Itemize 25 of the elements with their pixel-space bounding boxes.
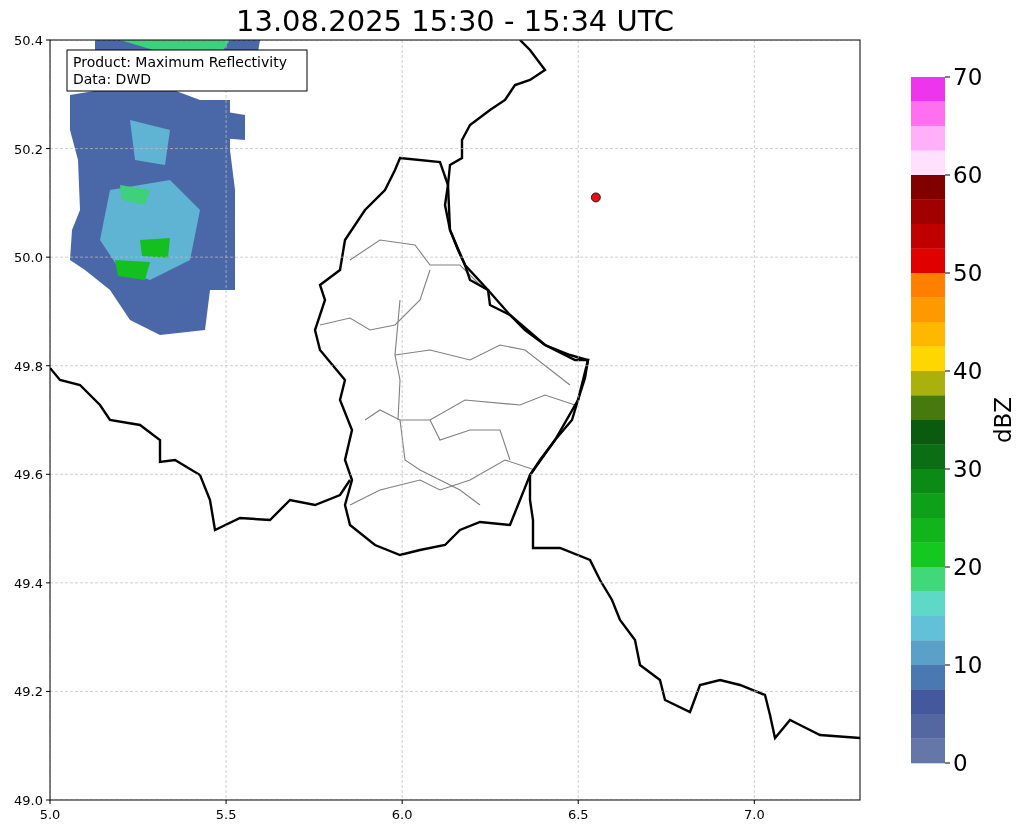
x-tick-label: 5.5 xyxy=(215,807,237,822)
colorbar-tick-label: 10 xyxy=(953,652,983,678)
y-tick-label: 49.8 xyxy=(14,358,43,374)
x-tick-label: 6.0 xyxy=(391,807,413,822)
colorbar-tick-label: 20 xyxy=(953,554,983,580)
y-tick-label: 49.6 xyxy=(14,467,43,483)
y-tick-label: 50.2 xyxy=(14,141,43,157)
y-tick-label: 50.0 xyxy=(14,250,43,266)
x-tick-label: 7.0 xyxy=(744,807,765,822)
colorbar-tick-label: 50 xyxy=(953,260,983,286)
y-tick-label: 50.4 xyxy=(14,33,43,48)
y-tick-label: 49.4 xyxy=(14,575,43,591)
colorbar-tick-label: 60 xyxy=(953,162,983,188)
colorbar-tick-label: 0 xyxy=(953,750,968,776)
x-tick-label: 5.0 xyxy=(39,807,61,822)
y-tick-label: 49.2 xyxy=(14,684,43,700)
y-tick-label: 49.0 xyxy=(14,793,43,808)
chart-title: 13.08.2025 15:30 - 15:34 UTC xyxy=(236,4,674,38)
info-text: Data: DWD xyxy=(73,71,151,87)
colorbar-tick-label: 70 xyxy=(953,64,983,90)
colorbar-label: dBZ xyxy=(990,396,1016,444)
x-tick-label: 6.5 xyxy=(567,807,589,822)
info-text: Product: Maximum Reflectivity xyxy=(73,54,287,70)
colorbar-tick-label: 30 xyxy=(953,456,983,482)
colorbar-tick-label: 40 xyxy=(953,358,983,384)
